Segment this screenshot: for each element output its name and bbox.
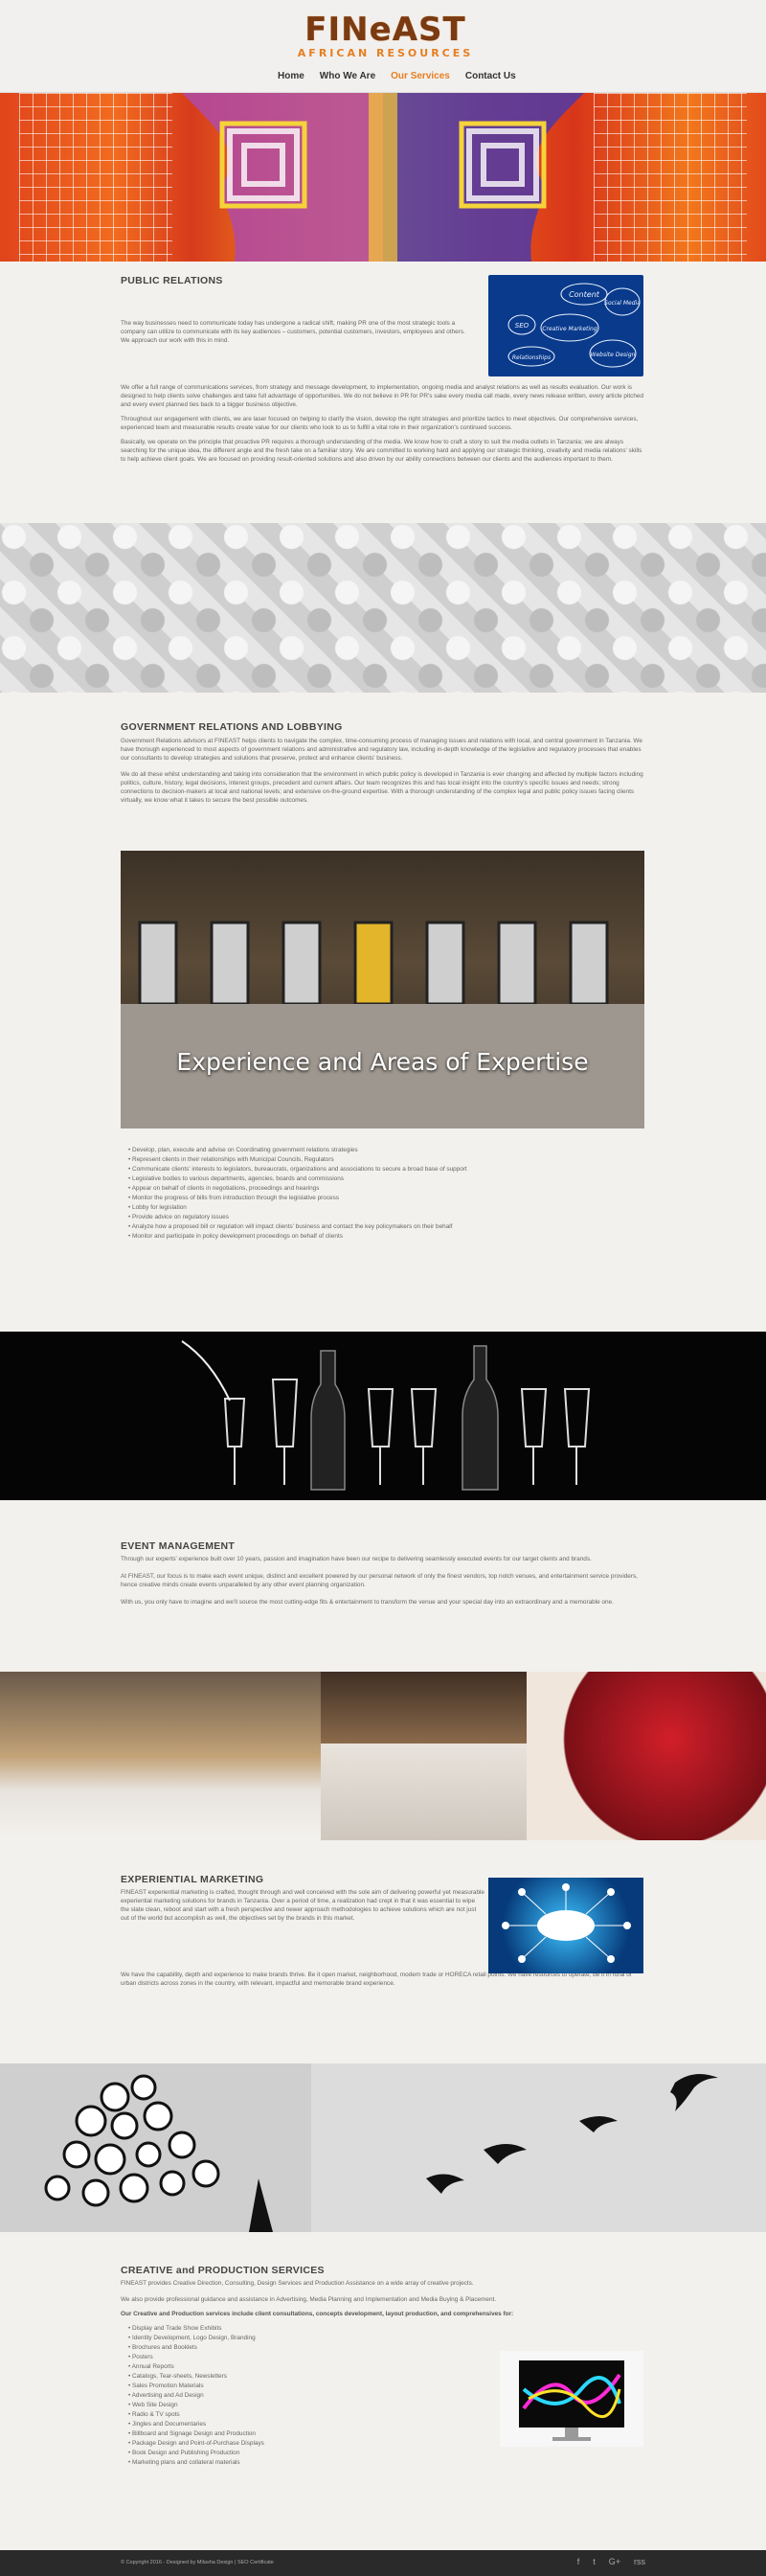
list-item: • Brochures and Booklets [128,2344,197,2351]
experiential-marketing-section: EXPERIENTIAL MARKETING FINEAST experient… [121,1874,644,1988]
board-word-social: Social Media [604,300,641,307]
gov-paragraph-2: We do all these whilst understanding and… [121,771,643,804]
list-item: • Annual Reports [128,2363,174,2370]
doors-illustration [121,921,644,1128]
nav-contact-us[interactable]: Contact Us [465,71,516,81]
board-word-relationships: Relationships [512,354,551,361]
champagne-glasses-image [0,1332,766,1500]
event-paragraph-1: Through our experts' experience built ov… [121,1556,592,1562]
list-item: • Legislative bodies to various departme… [128,1175,344,1182]
network-doodle [502,1883,631,1963]
dining-room-image [321,1672,527,1744]
list-item: • Analyze how a proposed bill or regulat… [128,1223,453,1230]
list-item: • Develop, plan, execute and advise on C… [128,1147,358,1153]
social-links: f t G+ rss [577,2557,645,2566]
list-item: • Package Design and Point-of-Purchase D… [128,2440,264,2447]
nav-home[interactable]: Home [278,71,304,81]
public-relations-section: PUBLIC RELATIONS The way businesses need… [121,275,644,464]
list-item: • Provide advice on regulatory issues [128,1214,229,1220]
network-diagram-image [488,1878,643,1973]
government-relations-title: GOVERNMENT RELATIONS AND LOBBYING [121,721,343,733]
site-header: FINeAST AFRICAN RESOURCES Home Who We Ar… [0,0,766,93]
facebook-icon[interactable]: f [577,2557,580,2566]
twitter-icon[interactable]: t [593,2557,596,2566]
list-item: • Represent clients in their relationshi… [128,1156,334,1163]
gear-tree-image [0,2063,311,2232]
list-item: • Radio & TV spots [128,2411,180,2418]
drinks-image [527,1672,766,1840]
creative-services-list: • Display and Trade Show Exhibits • Iden… [121,2324,475,2467]
pr-paragraph-4: Basically, we operate on the principle t… [121,439,642,463]
pr-paragraph-1: The way businesses need to communicate t… [121,320,465,344]
creative-production-section: CREATIVE and PRODUCTION SERVICES FINEAST… [121,2265,644,2467]
board-word-content: Content [569,290,600,299]
board-word-website: Website Design [591,352,636,358]
site-logo[interactable]: FINeAST AFRICAN RESOURCES [292,13,479,61]
event-paragraph-2: At FINEAST, our focus is to make each ev… [121,1573,638,1588]
monitor-image [500,2351,643,2447]
pr-paragraph-2: We offer a full range of communications … [121,384,644,408]
doors-banner-image: Experience and Areas of Expertise [121,851,644,1128]
hero-banner-image [0,93,766,262]
board-word-seo: SEO [515,322,529,330]
logo-wordmark: FINeAST [304,11,466,49]
event-management-title: EVENT MANAGEMENT [121,1540,236,1552]
footer-copyright: © Copyright 2016 - Designed by Milasha D… [121,2560,274,2565]
gov-paragraph-1: Government Relations advisors at FINEAST… [121,738,642,762]
monitor-illustration [519,2360,624,2441]
banquet-hall-image [0,1672,321,1840]
doors-banner-caption: Experience and Areas of Expertise [176,1048,589,1076]
pr-blackboard-image: Content Social Media Creative Marketing … [488,275,643,376]
list-item: • Lobby for legislation [128,1204,187,1211]
rss-icon[interactable]: rss [634,2557,645,2566]
government-relations-section: GOVERNMENT RELATIONS AND LOBBYING Govern… [121,721,644,1241]
event-management-section: EVENT MANAGEMENT Through our experts' ex… [121,1540,644,1607]
gov-expertise-list: • Develop, plan, execute and advise on C… [121,1146,644,1241]
events-photo-strip [0,1672,766,1840]
creative-paragraph-2: We also provide professional guidance an… [121,2296,497,2303]
experiential-paragraph-1: FINEAST experiential marketing is crafte… [121,1889,484,1922]
list-item: • Appear on behalf of clients in negotia… [128,1185,320,1192]
list-item: • Billboard and Signage Design and Produ… [128,2430,256,2437]
gear-tree-illustration [44,2074,273,2232]
gears-and-birds-image [0,2063,766,2232]
creative-paragraph-3: Our Creative and Production services inc… [121,2311,514,2317]
google-plus-icon[interactable]: G+ [609,2557,620,2566]
board-word-creative: Creative Marketing [542,326,597,332]
list-item: • Identity Development, Logo Design, Bra… [128,2335,256,2341]
nav-who-we-are[interactable]: Who We Are [320,71,375,81]
list-item: • Catalogs, Tear-sheets, Newsletters [128,2373,227,2380]
hero-faces-illustration [182,93,584,262]
site-footer: © Copyright 2016 - Designed by Milasha D… [0,2550,766,2576]
pr-words-doodle: Content Social Media Creative Marketing … [507,283,641,368]
list-item: • Display and Trade Show Exhibits [128,2325,222,2332]
list-item: • Posters [128,2354,153,2360]
champagne-illustration [181,1340,591,1491]
list-item: • Jingles and Documentaries [128,2421,207,2428]
logo-tagline: AFRICAN RESOURCES [297,47,474,59]
event-paragraph-3: With us, you only have to imagine and we… [121,1599,614,1606]
list-item: • Communicate clients' interests to legi… [128,1166,467,1173]
list-item: • Sales Promotion Materials [128,2382,204,2389]
creative-production-title: CREATIVE and PRODUCTION SERVICES [121,2265,325,2276]
pr-paragraph-3: Throughout our engagement with clients, … [121,416,639,431]
chairs-image [321,1744,527,1840]
list-item: • Monitor the progress of bills from int… [128,1195,339,1201]
list-item: • Marketing plans and collateral materia… [128,2459,240,2466]
list-item: • Advertising and Ad Design [128,2392,204,2399]
main-nav: Home Who We Are Our Services Contact Us [278,71,516,81]
creative-paragraph-1: FINEAST provides Creative Direction, Con… [121,2280,474,2287]
list-item: • Monitor and participate in policy deve… [128,1233,343,1240]
flying-birds-illustration [426,2074,718,2194]
list-item: • Book Design and Publishing Production [128,2450,240,2456]
list-item: • Web Site Design [128,2402,178,2408]
puzzle-pieces-image [0,523,766,693]
nav-our-services[interactable]: Our Services [391,71,450,81]
